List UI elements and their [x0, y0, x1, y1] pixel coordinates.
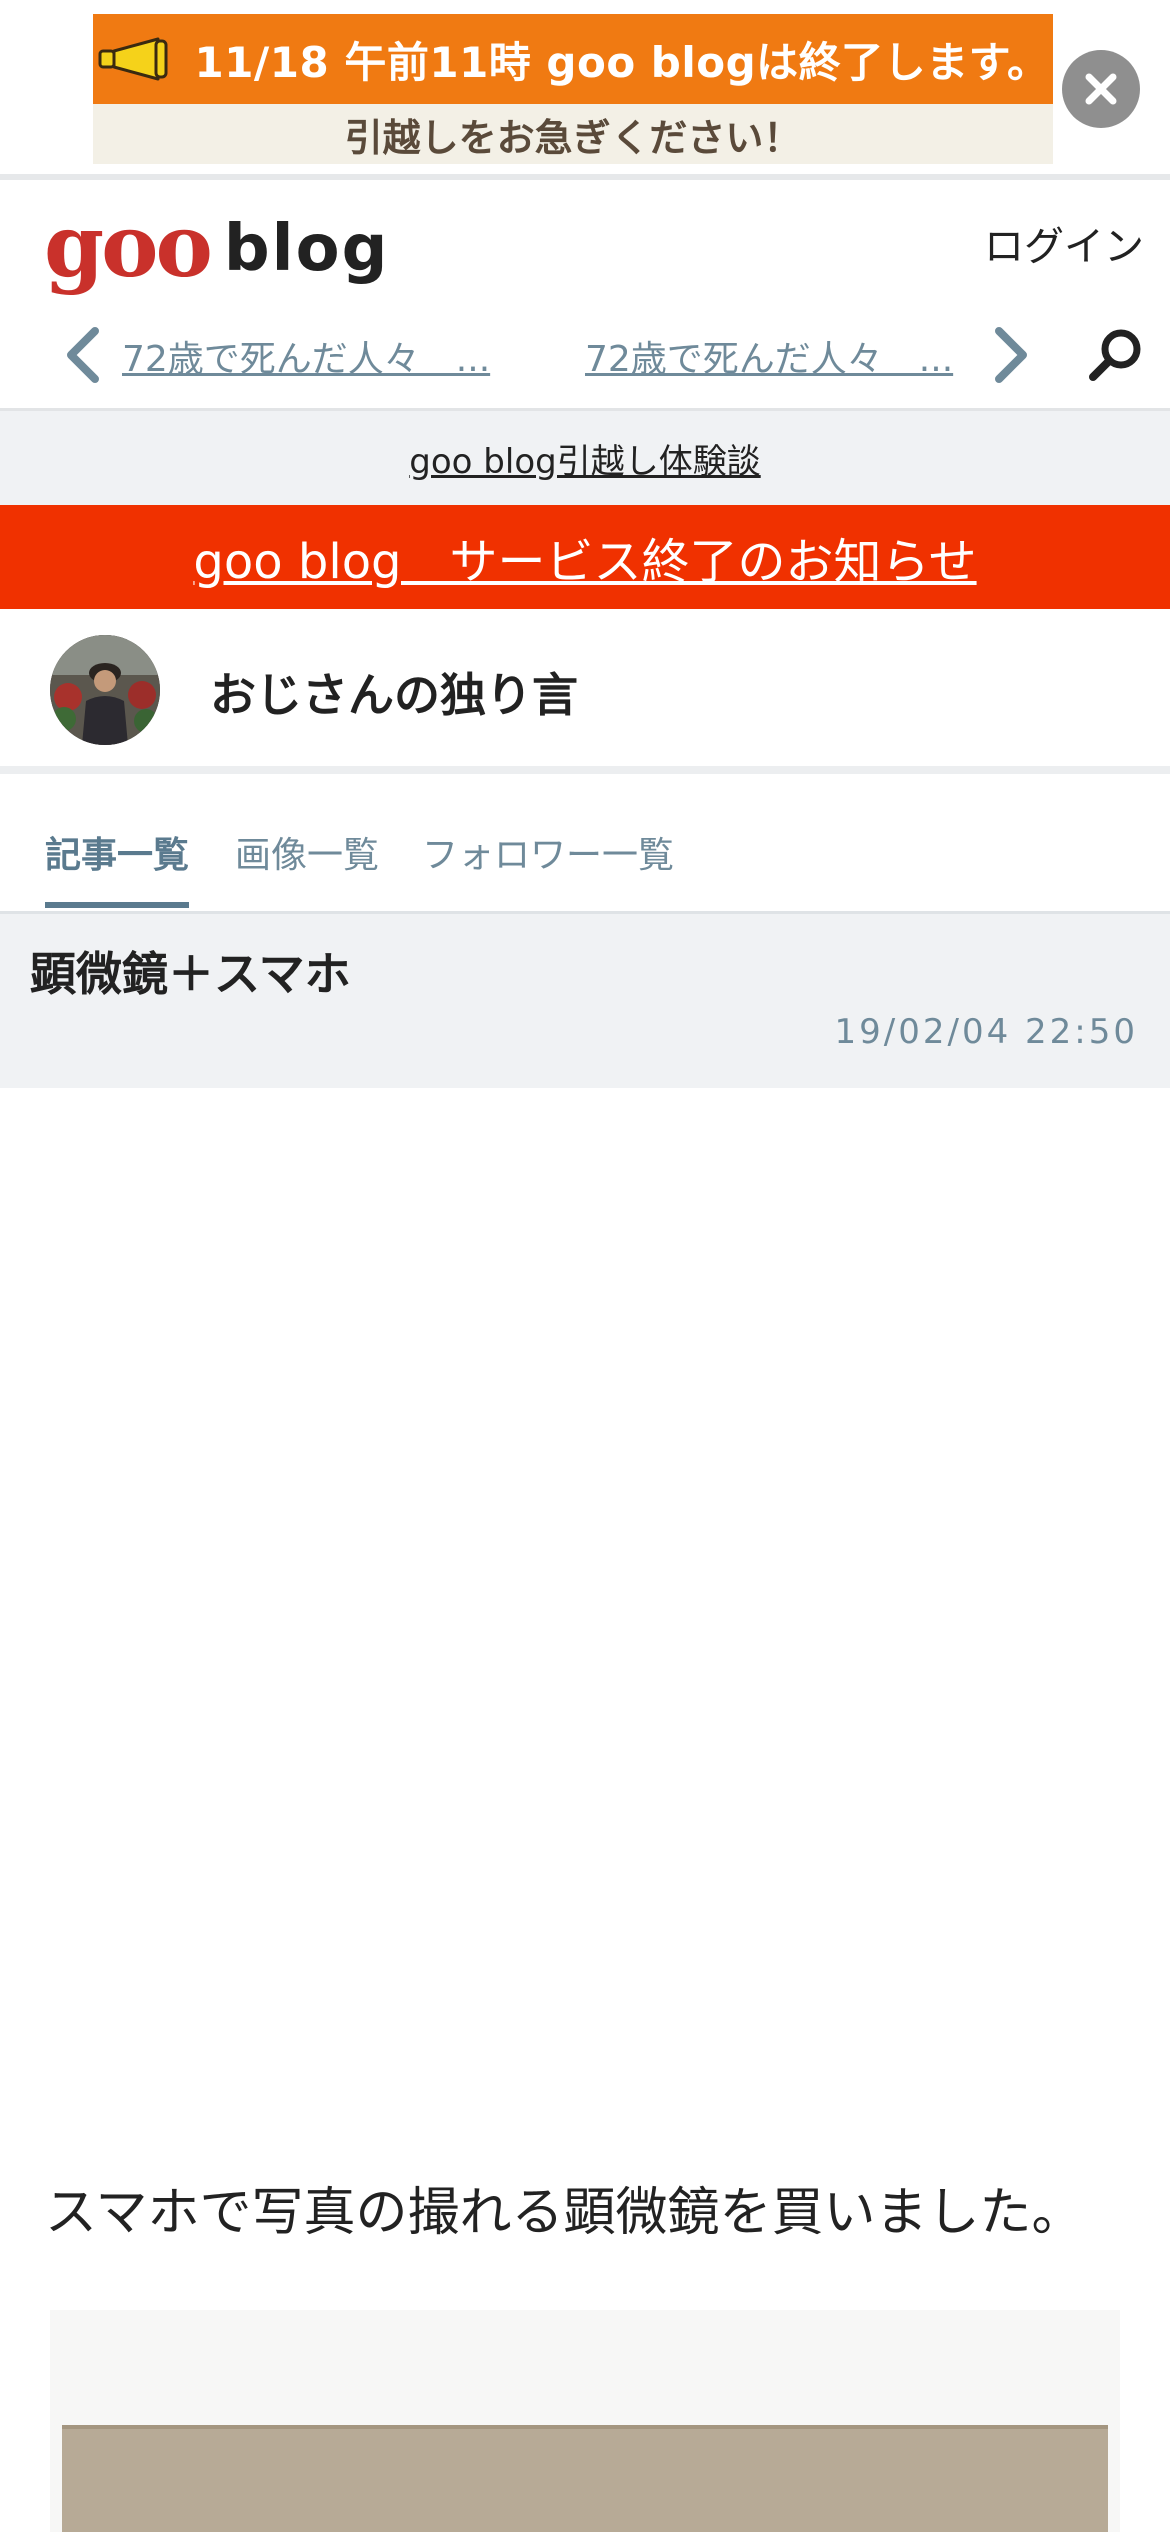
chevron-left-icon [67, 327, 99, 383]
prev-article-button[interactable] [58, 320, 108, 390]
banner-close-button[interactable] [1062, 50, 1140, 128]
next-article-link[interactable]: 72歳で死んだ人々 ... [585, 330, 953, 382]
announcement-line2: 引越しをお急ぎください！ [344, 115, 802, 160]
article-nav: 72歳で死んだ人々 ... 72歳で死んだ人々 ... [0, 316, 1170, 396]
login-link[interactable]: ログイン [984, 214, 1144, 272]
close-icon [1085, 73, 1117, 105]
blog-title[interactable]: おじさんの独り言 [210, 659, 578, 725]
goo-blog-logo[interactable]: goo blog [44, 204, 389, 290]
announcement-bottom: 引越しをお急ぎください！ [93, 104, 1053, 164]
search-button[interactable] [1080, 320, 1150, 390]
site-header: goo blog ログイン 72歳で死んだ人々 ... 72歳で死んだ人々 ..… [0, 186, 1170, 411]
blog-header: おじさんの独り言 [0, 609, 1170, 774]
logo-goo: goo [44, 196, 213, 297]
search-icon [1089, 329, 1141, 381]
announcement-top: 11/18 午前11時 goo blogは終了します。 [93, 14, 1053, 104]
service-notice-link[interactable]: goo blog サービス終了のお知らせ [193, 522, 976, 592]
tab-followers[interactable]: フォロワー一覧 [422, 826, 674, 878]
megaphone-icon [98, 37, 168, 81]
tab-images[interactable]: 画像一覧 [235, 826, 379, 878]
blog-tabs: 記事一覧 画像一覧 フォロワー一覧 [0, 790, 1170, 914]
moving-story-link[interactable]: goo blog引越し体験談 [409, 434, 760, 483]
article-title: 顕微鏡＋スマホ [30, 947, 351, 1001]
avatar-photo [50, 635, 160, 745]
prev-article-link[interactable]: 72歳で死んだ人々 ... [122, 330, 490, 382]
article-image[interactable] [62, 2425, 1108, 2532]
article-body-text: スマホで写真の撮れる顕微鏡を買いました。 [45, 2183, 1084, 2243]
story-bar: goo blog引越し体験談 [0, 411, 1170, 505]
tab-articles[interactable]: 記事一覧 [45, 826, 189, 878]
service-notice: goo blog サービス終了のお知らせ [0, 505, 1170, 609]
announcement-line1: 11/18 午前11時 goo blogは終了します。 [194, 37, 1050, 87]
chevron-right-icon [995, 327, 1027, 383]
next-article-button[interactable] [986, 320, 1036, 390]
article-header: 顕微鏡＋スマホ 19/02/04 22:50 [0, 914, 1170, 1088]
article-date: 19/02/04 22:50 [834, 1012, 1138, 1052]
active-tab-indicator [45, 902, 189, 908]
announcement-banner-area: 11/18 午前11時 goo blogは終了します。 引越しをお急ぎください！ [0, 0, 1170, 180]
announcement-banner[interactable]: 11/18 午前11時 goo blogは終了します。 引越しをお急ぎください！ [93, 14, 1053, 164]
logo-blog: blog [223, 212, 390, 286]
avatar[interactable] [50, 635, 160, 745]
